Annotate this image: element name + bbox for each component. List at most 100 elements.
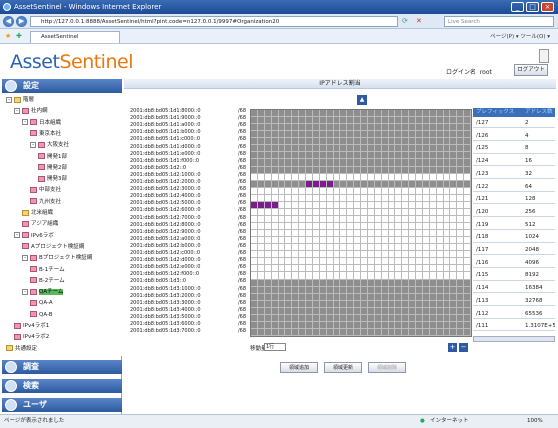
grid-cell[interactable] — [464, 194, 471, 202]
grid-cell[interactable] — [347, 215, 355, 223]
grid-cell[interactable] — [264, 293, 272, 301]
table-row[interactable]: /117 2048 — [473, 245, 555, 256]
grid-cell[interactable] — [436, 124, 444, 132]
grid-cell[interactable] — [429, 286, 437, 294]
grid-cell[interactable] — [388, 265, 396, 273]
grid-cell[interactable] — [457, 237, 465, 245]
grid-cell[interactable] — [326, 251, 334, 259]
grid-cell[interactable] — [278, 194, 286, 202]
grid-cell[interactable] — [388, 110, 396, 118]
grid-cell[interactable] — [443, 110, 451, 118]
grid-cell[interactable] — [361, 215, 368, 223]
grid-cell[interactable] — [251, 117, 258, 125]
grid-cell[interactable] — [422, 321, 430, 329]
grid-cell[interactable] — [409, 244, 416, 252]
tree-item[interactable]: - 階層 — [6, 95, 34, 105]
grid-cell[interactable] — [285, 180, 293, 188]
grid-cell[interactable] — [395, 187, 403, 195]
grid-cell[interactable] — [388, 321, 396, 329]
grid-cell[interactable] — [416, 300, 423, 308]
grid-cell[interactable] — [326, 237, 334, 245]
grid-cell[interactable] — [312, 180, 320, 188]
grid-cell[interactable] — [251, 187, 258, 195]
grid-cell[interactable] — [436, 138, 444, 146]
grid-cell[interactable] — [416, 286, 423, 294]
grid-cell[interactable] — [402, 194, 410, 202]
grid-cell[interactable] — [361, 258, 368, 266]
grid-cell[interactable] — [409, 223, 416, 231]
grid-cell[interactable] — [347, 201, 355, 209]
grid-cell[interactable] — [278, 145, 286, 153]
grid-cell[interactable] — [312, 279, 320, 287]
grid-cell[interactable] — [292, 152, 300, 160]
grid-cell[interactable] — [340, 237, 348, 245]
grid-cell[interactable] — [416, 110, 423, 118]
grid-cell[interactable] — [292, 138, 300, 146]
grid-cell[interactable] — [464, 124, 471, 132]
grid-cell[interactable] — [340, 265, 348, 273]
grid-cell[interactable] — [416, 208, 423, 216]
grid-cell[interactable] — [292, 131, 300, 139]
grid-cell[interactable] — [374, 321, 382, 329]
grid-cell[interactable] — [271, 300, 279, 308]
delete-area-button[interactable]: 領域削除 — [368, 362, 406, 373]
grid-cell[interactable] — [333, 110, 341, 118]
grid-cell[interactable] — [422, 152, 430, 160]
grid-cell[interactable] — [457, 208, 465, 216]
grid-cell[interactable] — [367, 314, 375, 322]
grid-cell[interactable] — [271, 314, 279, 322]
grid-cell[interactable] — [354, 131, 361, 139]
forward-icon[interactable]: ▶ — [16, 16, 27, 27]
grid-cell[interactable] — [416, 180, 423, 188]
grid-cell[interactable] — [278, 328, 286, 336]
grid-cell[interactable] — [251, 300, 258, 308]
grid-cell[interactable] — [319, 286, 327, 294]
grid-cell[interactable] — [347, 251, 355, 259]
grid-cell[interactable] — [429, 117, 437, 125]
grid-cell[interactable] — [354, 272, 361, 280]
grid-cell[interactable] — [257, 300, 265, 308]
grid-cell[interactable] — [450, 300, 458, 308]
grid-cell[interactable] — [319, 152, 327, 160]
grid-cell[interactable] — [361, 265, 368, 273]
grid-cell[interactable] — [429, 272, 437, 280]
grid-cell[interactable] — [299, 194, 306, 202]
grid-cell[interactable] — [429, 187, 437, 195]
grid-cell[interactable] — [367, 117, 375, 125]
grid-cell[interactable] — [374, 293, 382, 301]
grid-cell[interactable] — [299, 321, 306, 329]
grid-cell[interactable] — [264, 173, 272, 181]
grid-cell[interactable] — [319, 215, 327, 223]
grid-cell[interactable] — [450, 124, 458, 132]
grid-cell[interactable] — [306, 110, 313, 118]
grid-cell[interactable] — [319, 138, 327, 146]
grid-cell[interactable] — [395, 215, 403, 223]
tree-item[interactable]: 北米組織 — [22, 208, 53, 218]
grid-cell[interactable] — [450, 194, 458, 202]
grid-cell[interactable] — [429, 265, 437, 273]
grid-cell[interactable] — [464, 244, 471, 252]
grid-cell[interactable] — [395, 201, 403, 209]
grid-cell[interactable] — [361, 321, 368, 329]
grid-cell[interactable] — [340, 286, 348, 294]
grid-cell[interactable] — [361, 110, 368, 118]
grid-cell[interactable] — [409, 173, 416, 181]
grid-cell[interactable] — [354, 145, 361, 153]
grid-cell[interactable] — [457, 145, 465, 153]
grid-cell[interactable] — [292, 159, 300, 167]
grid-cell[interactable] — [374, 173, 382, 181]
grid-cell[interactable] — [464, 215, 471, 223]
grid-cell[interactable] — [429, 215, 437, 223]
grid-cell[interactable] — [402, 187, 410, 195]
grid-cell[interactable] — [450, 321, 458, 329]
grid-cell[interactable] — [409, 208, 416, 216]
grid-cell[interactable] — [264, 215, 272, 223]
grid-cell[interactable] — [443, 159, 451, 167]
expand-toggle-icon[interactable]: - — [22, 254, 28, 261]
grid-cell[interactable] — [429, 223, 437, 231]
expand-toggle-icon[interactable]: - — [22, 288, 28, 295]
grid-cell[interactable] — [450, 215, 458, 223]
grid-cell[interactable] — [367, 279, 375, 287]
grid-cell[interactable] — [374, 328, 382, 336]
grid-cell[interactable] — [340, 117, 348, 125]
